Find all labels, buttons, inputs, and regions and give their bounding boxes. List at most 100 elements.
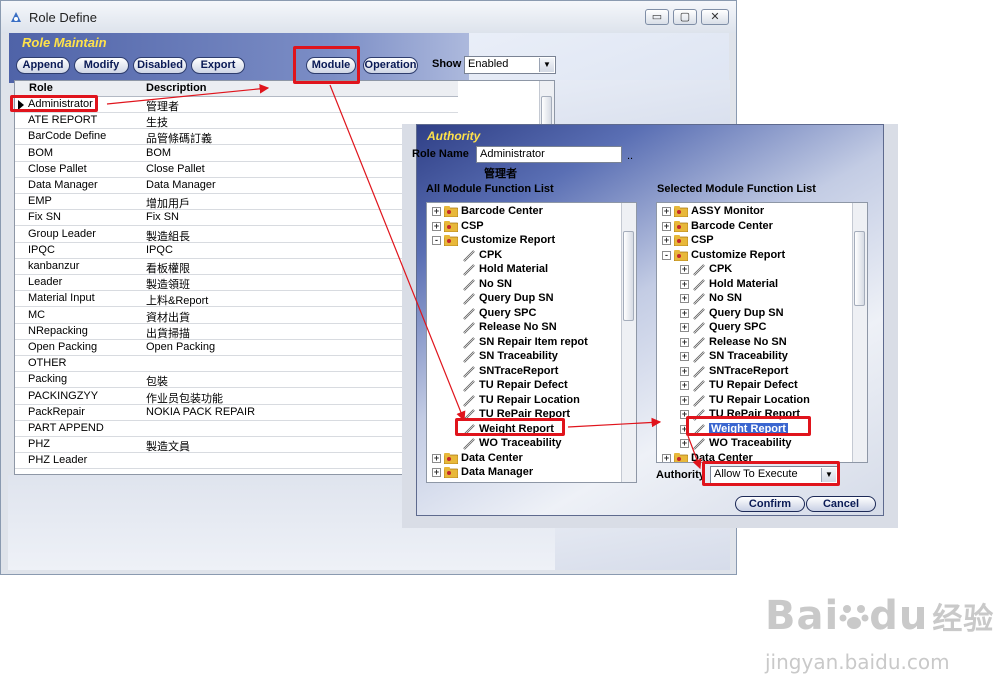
description-cell: Fix SN — [146, 211, 179, 224]
table-row[interactable]: PART APPEND — [15, 421, 458, 437]
description-cell: 品管條碼訂義 — [146, 133, 212, 146]
tree-node[interactable]: + Data Manager — [427, 466, 622, 480]
expand-icon[interactable]: + — [680, 308, 689, 318]
expand-icon[interactable]: + — [680, 366, 689, 376]
expand-icon[interactable]: + — [662, 236, 671, 245]
table-row[interactable]: Open Packing Open Packing — [15, 340, 458, 356]
expand-icon[interactable]: + — [680, 381, 689, 390]
right-tree-scrollbar-thumb[interactable] — [854, 231, 865, 306]
tree-node[interactable]: SN Repair Item repot — [427, 336, 622, 350]
tree-node[interactable]: CPK — [427, 249, 622, 263]
expand-icon[interactable]: + — [662, 207, 671, 216]
expand-icon[interactable]: + — [432, 453, 441, 463]
table-row[interactable]: Group Leader 製造組長 — [15, 227, 458, 243]
export-button[interactable]: Export — [191, 57, 245, 74]
expand-icon[interactable]: + — [680, 352, 689, 361]
table-row[interactable]: Close Pallet Close Pallet — [15, 162, 458, 178]
expand-icon[interactable]: + — [680, 395, 689, 405]
role-name-field[interactable]: Administrator — [476, 146, 622, 163]
tree-node[interactable]: Query SPC — [427, 307, 622, 321]
table-row[interactable]: NRepacking 出貨掃描 — [15, 324, 458, 340]
table-row[interactable]: MC 資材出貨 — [15, 308, 458, 324]
table-row[interactable]: Material Input 上料&Report — [15, 291, 458, 308]
tree-node[interactable]: Release No SN — [427, 321, 622, 335]
close-button[interactable]: ✕ — [701, 9, 729, 25]
table-row[interactable]: OTHER — [15, 356, 458, 373]
collapse-icon[interactable]: - — [662, 250, 671, 260]
expand-icon[interactable]: + — [662, 453, 671, 462]
confirm-button[interactable]: Confirm — [735, 496, 805, 512]
table-row[interactable]: Fix SN Fix SN — [15, 210, 458, 227]
tree-node[interactable]: No SN — [427, 278, 622, 292]
expand-icon[interactable]: + — [680, 323, 689, 332]
tree-node[interactable]: + SN Traceability — [657, 350, 852, 364]
tree-node[interactable]: + CSP — [427, 220, 622, 234]
tree-node[interactable]: SN Traceability — [427, 350, 622, 364]
tree-node[interactable]: Query Dup SN — [427, 292, 622, 306]
table-row[interactable]: kanbanzur 看板權限 — [15, 259, 458, 275]
table-row[interactable]: BOM BOM — [15, 146, 458, 162]
expand-icon[interactable]: + — [680, 279, 689, 289]
tree-node[interactable]: + SNTraceReport — [657, 365, 852, 379]
table-row[interactable]: Packing 包裝 — [15, 372, 458, 389]
expand-icon[interactable]: + — [432, 221, 441, 231]
tree-node[interactable]: + Barcode Center — [657, 220, 852, 234]
tree-node[interactable]: - Customize Report — [427, 234, 622, 248]
table-row[interactable]: ATE REPORT 生技 — [15, 113, 458, 130]
tree-node[interactable]: + Query Dup SN — [657, 307, 852, 321]
tree-node[interactable]: + TU Repair Defect — [657, 379, 852, 393]
expand-icon[interactable]: + — [680, 294, 689, 303]
tree-node[interactable]: + Data Center — [427, 452, 622, 466]
table-row[interactable]: PACKINGZYY 作业员包装功能 — [15, 389, 458, 405]
collapse-icon[interactable]: - — [432, 236, 441, 245]
table-row[interactable]: Leader 製造領班 — [15, 275, 458, 292]
right-tree-scrollbar[interactable] — [852, 203, 867, 462]
tree-node[interactable]: - Customize Report — [657, 249, 852, 263]
tree-node[interactable]: Hold Material — [427, 263, 622, 277]
tree-node[interactable]: + Barcode Center — [427, 205, 622, 219]
column-header-description[interactable]: Description — [146, 82, 207, 94]
minimize-button[interactable]: ▭ — [645, 9, 669, 25]
tree-node[interactable]: SNTraceReport — [427, 365, 622, 379]
table-scrollbar-thumb[interactable] — [541, 96, 552, 126]
expand-icon[interactable]: + — [662, 221, 671, 231]
left-tree-scrollbar-thumb[interactable] — [623, 231, 634, 321]
table-row[interactable]: EMP 增加用戶 — [15, 194, 458, 211]
operation-button[interactable]: Operation — [363, 57, 418, 74]
modify-button[interactable]: Modify — [74, 57, 129, 74]
pencil-icon — [462, 394, 476, 407]
tree-node[interactable]: + WO Traceability — [657, 437, 852, 451]
description-cell: 資材出貨 — [146, 311, 190, 324]
tree-node[interactable]: + No SN — [657, 292, 852, 306]
expand-icon[interactable]: + — [680, 439, 689, 448]
tree-node[interactable]: + Query SPC — [657, 321, 852, 335]
maximize-button[interactable]: ▢ — [673, 9, 697, 25]
expand-icon[interactable]: + — [432, 207, 441, 216]
expand-icon[interactable]: + — [432, 468, 441, 477]
tree-node[interactable]: + Release No SN — [657, 336, 852, 350]
tree-node[interactable]: + CPK — [657, 263, 852, 277]
expand-icon[interactable]: + — [680, 265, 689, 274]
table-row[interactable]: BarCode Define 品管條碼訂義 — [15, 129, 458, 146]
disabled-button[interactable]: Disabled — [133, 57, 187, 74]
column-header-role[interactable]: Role — [29, 82, 53, 94]
left-tree-scrollbar[interactable] — [621, 203, 636, 482]
tree-node[interactable]: TU Repair Location — [427, 394, 622, 408]
tree-node[interactable]: TU Repair Defect — [427, 379, 622, 393]
tree-node[interactable]: WO Traceability — [427, 437, 622, 451]
cancel-button[interactable]: Cancel — [806, 496, 876, 512]
table-row[interactable]: Data Manager Data Manager — [15, 178, 458, 194]
table-row[interactable]: PackRepair NOKIA PACK REPAIR — [15, 405, 458, 421]
table-row[interactable]: PHZ Leader — [15, 453, 458, 470]
tree-node[interactable]: + CSP — [657, 234, 852, 248]
table-row[interactable]: IPQC IPQC — [15, 243, 458, 259]
tree-node[interactable]: + Hold Material — [657, 278, 852, 292]
table-row[interactable]: PHZ 製造文員 — [15, 437, 458, 454]
role-cell: Open Packing — [28, 341, 98, 353]
chevron-down-icon[interactable]: ▼ — [539, 58, 554, 72]
tree-node[interactable]: + ASSY Monitor — [657, 205, 852, 219]
tree-node[interactable]: + TU Repair Location — [657, 394, 852, 408]
show-filter-select[interactable]: Enabled ▼ — [464, 56, 556, 74]
expand-icon[interactable]: + — [680, 337, 689, 347]
append-button[interactable]: Append — [16, 57, 70, 74]
